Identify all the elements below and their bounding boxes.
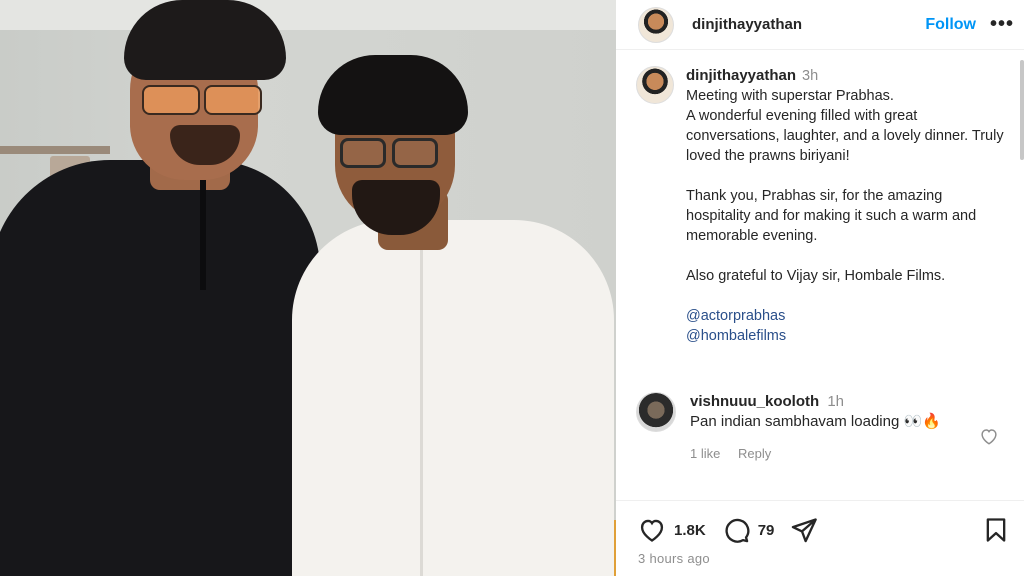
person-left-body <box>0 160 320 576</box>
author-avatar[interactable] <box>638 6 674 43</box>
person-right-glasses-right <box>392 138 438 168</box>
caption-paragraph-1: Meeting with superstar Prabhas. A wonder… <box>686 88 1004 164</box>
person-right-body <box>292 220 614 576</box>
more-icon[interactable]: ••• <box>990 13 1014 36</box>
person-left-placket <box>200 180 206 290</box>
comment-likes[interactable]: 1 like <box>690 446 720 461</box>
person-left-glasses-left <box>142 85 200 115</box>
photo-shelf <box>0 146 110 154</box>
like-count[interactable]: 1.8K <box>674 522 706 539</box>
caption-username[interactable]: dinjithayyathan <box>686 67 796 84</box>
post-panel: dinjithayyathan Follow ••• dinjithayyath… <box>616 0 1024 576</box>
comment-item: vishnuuu_kooloth 1h Pan indian sambhavam… <box>636 392 1018 464</box>
caption-gap <box>686 166 1004 186</box>
person-left-glasses-right <box>204 85 262 115</box>
heart-icon[interactable] <box>638 516 666 544</box>
caption-paragraph-3: Also grateful to Vijay sir, Hombale Film… <box>686 268 946 284</box>
scrollbar[interactable] <box>1020 60 1024 160</box>
photo-ceiling <box>0 0 616 30</box>
caption-time: 3h <box>802 68 819 84</box>
comment-time: 1h <box>827 393 845 410</box>
caption-body: dinjithayyathan 3h Meeting with superstar… <box>686 66 1004 346</box>
post-actions: 1.8K 79 3 hours ago <box>616 500 1024 576</box>
follow-button[interactable]: Follow <box>925 16 976 34</box>
mention-link-actorprabhas[interactable]: @actorprabhas <box>686 306 1004 326</box>
person-right-placket <box>420 250 423 576</box>
comment-icon[interactable] <box>722 516 750 544</box>
caption-paragraph-2: Thank you, Prabhas sir, for the amazing … <box>686 188 981 244</box>
post-caption: dinjithayyathan 3h Meeting with superstar… <box>636 66 1008 346</box>
person-right-hair <box>318 55 468 135</box>
comment-meta: 1 like Reply <box>690 444 970 464</box>
post-photo[interactable] <box>0 0 616 576</box>
author-username[interactable]: dinjithayyathan <box>692 16 802 33</box>
person-left-hair <box>124 0 286 80</box>
caption-avatar[interactable] <box>636 66 674 104</box>
action-row: 1.8K 79 <box>638 515 1010 545</box>
comment-count[interactable]: 79 <box>758 522 775 539</box>
caption-gap <box>686 286 1004 306</box>
caption-gap <box>686 246 1004 266</box>
commenter-username[interactable]: vishnuuu_kooloth <box>690 393 819 410</box>
bookmark-icon[interactable] <box>982 516 1010 544</box>
small-heart-icon[interactable] <box>978 425 1000 447</box>
post-header: dinjithayyathan Follow ••• <box>616 0 1024 50</box>
share-icon[interactable] <box>790 516 818 544</box>
mention-link-hombalefilms[interactable]: @hombalefilms <box>686 326 1004 346</box>
comment-body: vishnuuu_kooloth 1h Pan indian sambhavam… <box>690 392 970 464</box>
person-right-glasses-left <box>340 138 386 168</box>
post-timestamp: 3 hours ago <box>638 551 710 566</box>
comment-text: Pan indian sambhavam loading 👀🔥 <box>690 413 941 430</box>
commenter-avatar[interactable] <box>636 392 676 432</box>
reply-button[interactable]: Reply <box>738 446 771 461</box>
